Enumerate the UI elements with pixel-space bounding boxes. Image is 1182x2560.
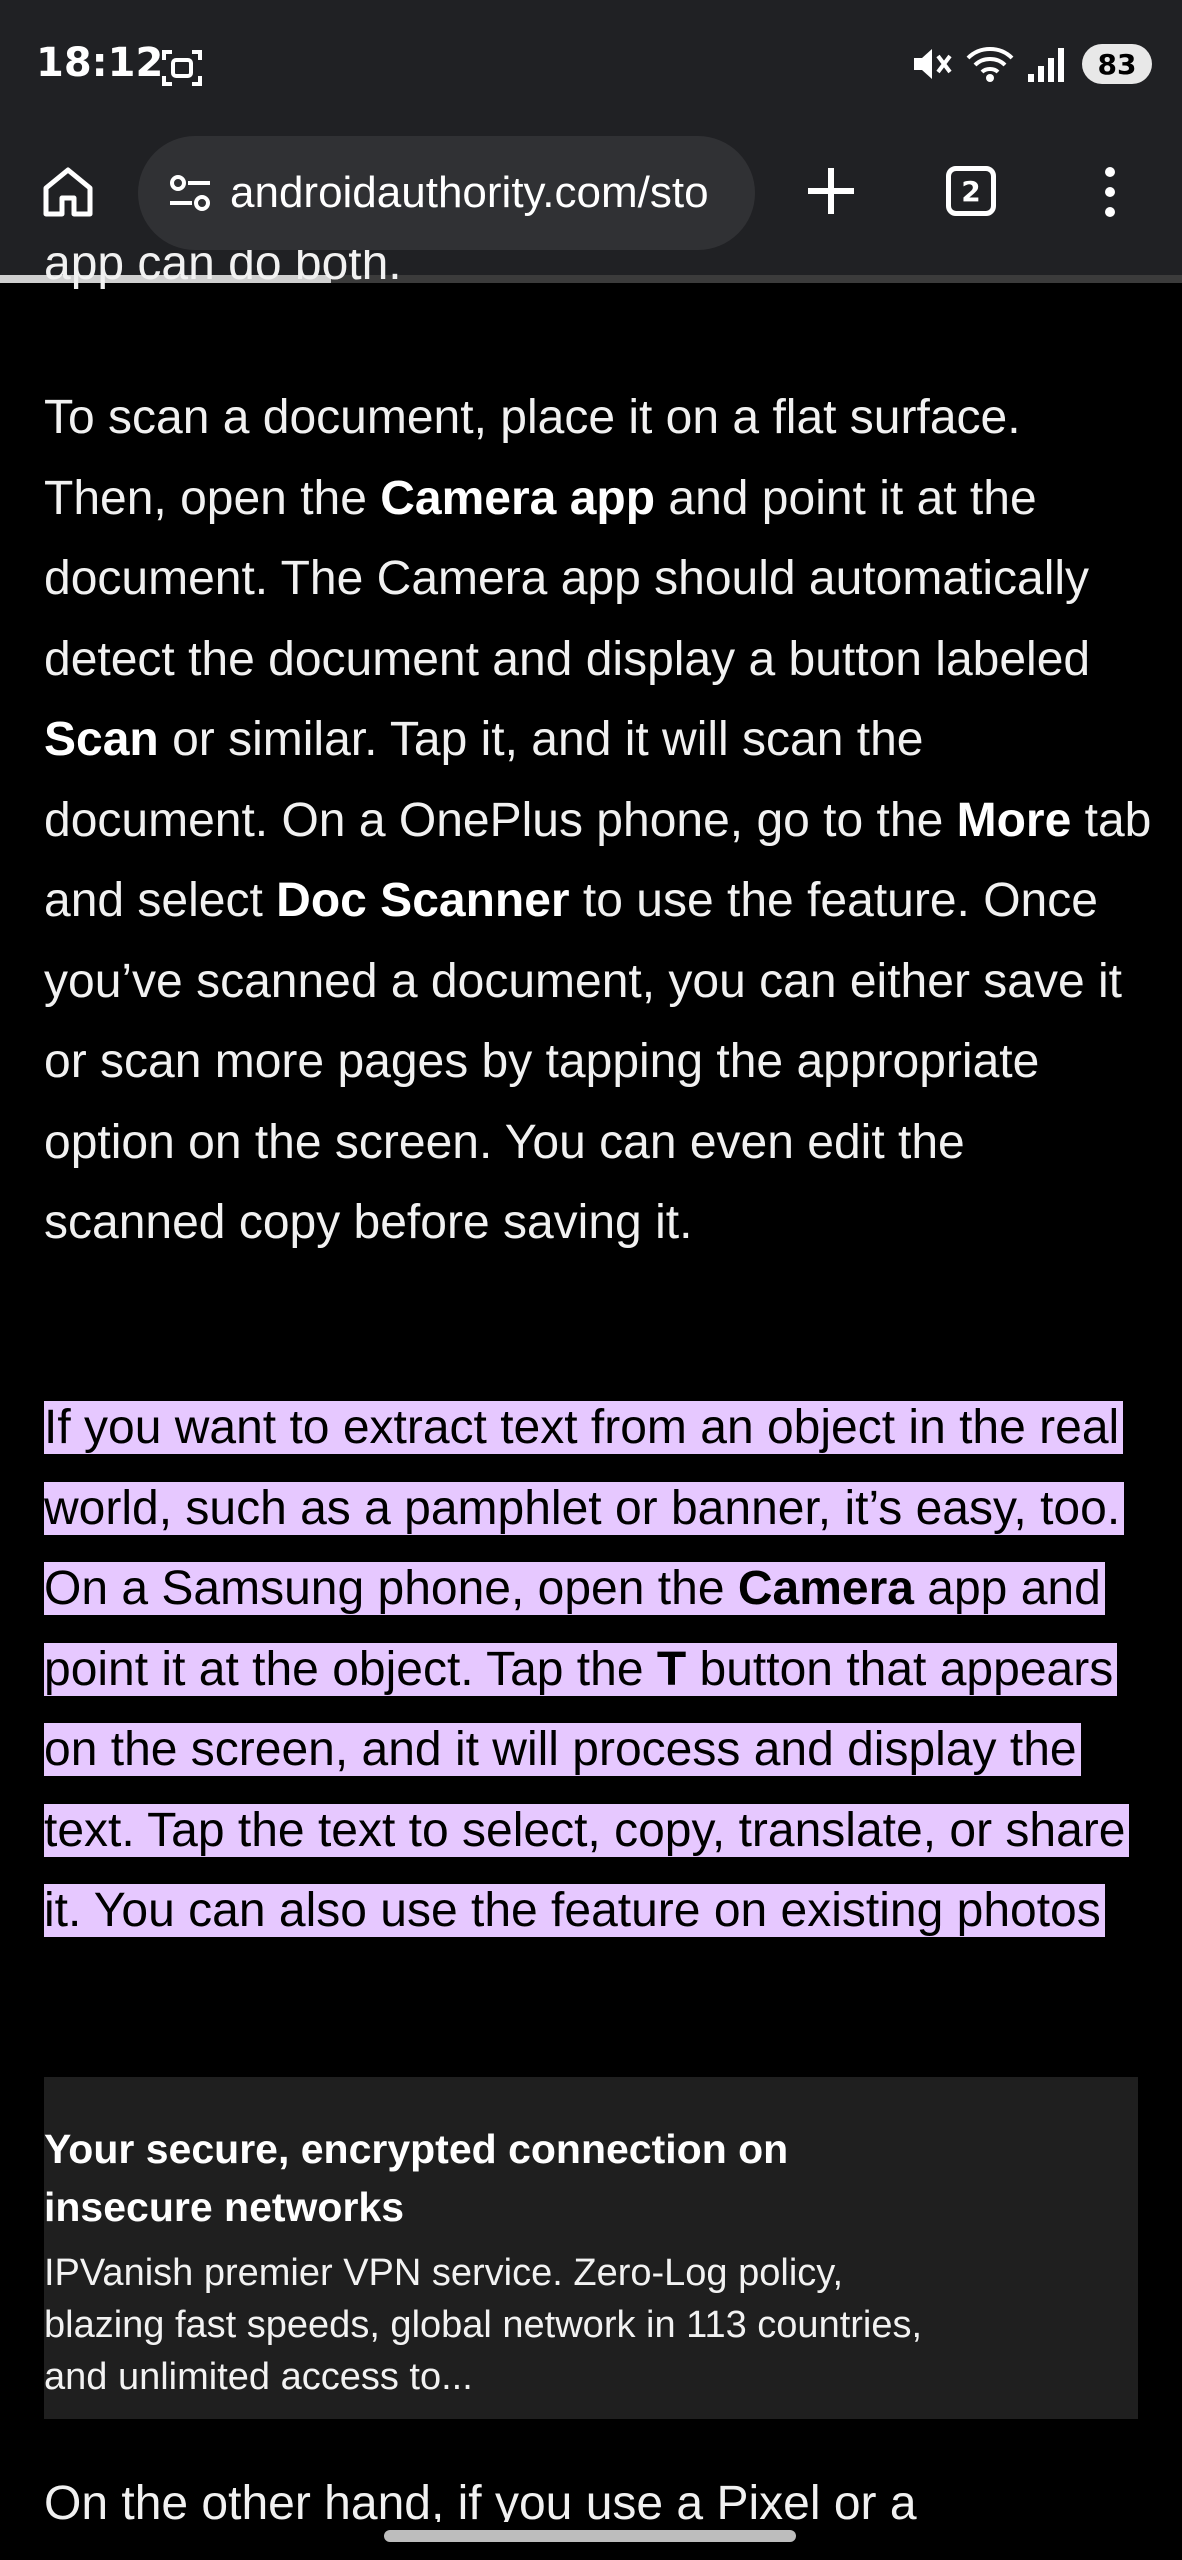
status-time: 18:12 (36, 40, 164, 86)
signal-icon (1028, 48, 1064, 82)
site-settings-icon[interactable] (166, 169, 214, 217)
battery-icon: 83 (1082, 44, 1152, 84)
p1-text-5: to use the feature. Once you’ve scanned … (44, 874, 1122, 1249)
mute-icon (914, 49, 952, 79)
partial-top-text: app can do both. (44, 250, 402, 290)
partial-paragraph-bottom: On the other hand, if you use a Pixel or… (44, 2470, 1154, 2522)
url-bar[interactable]: androidauthority.com/sto (138, 136, 755, 250)
p1-bold-doc-scanner: Doc Scanner (276, 874, 570, 927)
url-text: androidauthority.com/sto (230, 168, 709, 217)
text-selection-highlight[interactable]: If you want to extract text from an obje… (44, 1401, 1130, 1937)
partial-bottom-text: On the other hand, if you use a Pixel or… (44, 2477, 917, 2522)
p1-text-3: or similar. Tap it, and it will scan the… (44, 713, 957, 847)
ad-body: IPVanish premier VPN service. Zero-Log p… (44, 2252, 923, 2398)
partial-paragraph-top: app can do both. (44, 250, 1144, 320)
p1-bold-more: More (956, 793, 1072, 847)
ad-title: Your secure, encrypted connection on ins… (44, 2126, 789, 2230)
status-icons: 83 (910, 40, 1152, 88)
article-paragraph-extract-text-highlighted[interactable]: If you want to extract text from an obje… (44, 1388, 1154, 1952)
more-menu-icon[interactable] (1090, 162, 1130, 222)
vpn-ad[interactable]: Your secure, encrypted connection on ins… (44, 2077, 1138, 2419)
p1-bold-scan: Scan (44, 713, 159, 766)
wifi-icon (966, 47, 1014, 82)
home-icon[interactable] (38, 162, 98, 222)
screenshot-icon (162, 50, 202, 86)
p2-bold-camera: Camera (737, 1562, 914, 1615)
gesture-home-indicator[interactable] (384, 2530, 796, 2542)
p2-bold-t: T (656, 1642, 687, 1696)
new-tab-icon[interactable] (800, 160, 862, 222)
article-paragraph-scan: To scan a document, place it on a flat s… (44, 378, 1154, 1264)
p1-bold-camera-app: Camera app (380, 471, 656, 525)
status-bar: 18:12 83 (0, 0, 1182, 130)
tabs-icon[interactable]: 2 (946, 166, 996, 216)
